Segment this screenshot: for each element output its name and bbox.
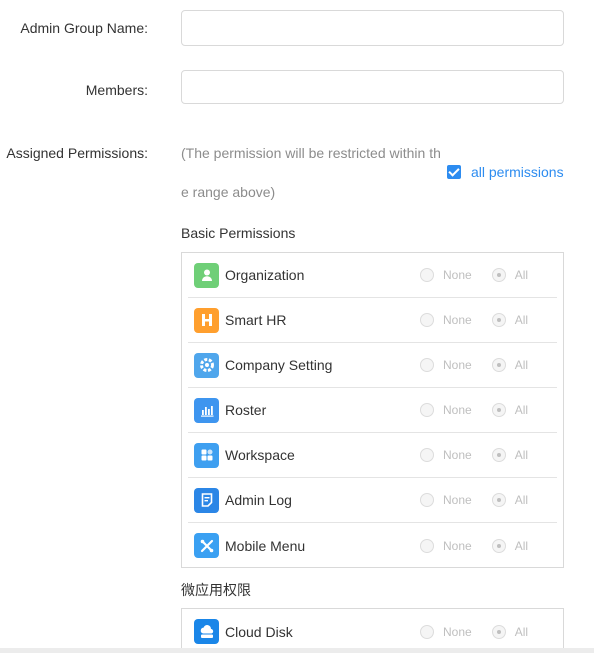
permission-row-smart-hr: Smart HR None All [188,298,557,343]
permission-row-organization: Organization None All [188,253,557,298]
smart-hr-icon [194,307,219,333]
basic-permissions-title: Basic Permissions [181,225,296,241]
horizontal-scrollbar[interactable] [0,648,594,653]
mobile-menu-icon [194,533,219,558]
permission-name: Roster [225,402,267,418]
permission-note-line1: (The permission will be restricted withi… [181,145,441,161]
all-radio-label[interactable]: All [515,493,528,507]
none-radio[interactable] [420,538,434,553]
all-radio[interactable] [491,538,506,553]
members-input[interactable] [181,70,564,104]
permission-name: Mobile Menu [225,537,306,554]
workspace-icon [194,442,219,468]
roster-icon [194,397,219,423]
all-radio-label[interactable]: All [515,313,528,327]
assigned-permissions-label: Assigned Permissions: [6,145,148,161]
none-radio[interactable] [420,268,434,282]
admin-group-name-input[interactable] [181,10,564,46]
all-radio[interactable] [491,268,506,282]
none-radio[interactable] [420,624,434,639]
basic-permissions-list: Organization None All Smart HR None All … [181,252,564,568]
all-radio-label[interactable]: All [515,625,528,639]
permission-name: Organization [225,267,305,283]
none-radio-label[interactable]: None [443,493,472,507]
all-radio-label[interactable]: All [515,448,528,462]
permission-row-mobile-menu: Mobile Menu None All [188,523,557,568]
micro-app-permissions-title: 微应用权限 [181,582,251,598]
none-radio-label[interactable]: None [443,268,472,282]
all-radio[interactable] [491,358,506,372]
none-radio-label[interactable]: None [443,539,472,553]
permission-row-roster: Roster None All [188,388,557,433]
permission-name: Smart HR [225,312,287,328]
none-radio-label[interactable]: None [443,313,472,327]
none-radio-label[interactable]: None [443,625,472,639]
permission-row-cloud-disk: Cloud Disk None All [188,609,557,653]
company-setting-icon [194,352,219,378]
permission-row-company-setting: Company Setting None All [188,343,557,388]
all-radio-label[interactable]: All [515,358,528,372]
none-radio-label[interactable]: None [443,403,472,417]
none-radio[interactable] [420,403,434,417]
all-radio-label[interactable]: All [515,539,528,553]
admin-log-icon [194,487,219,513]
cloud-disk-icon [194,619,219,644]
none-radio-label[interactable]: None [443,448,472,462]
permission-row-admin-log: Admin Log None All [188,478,557,523]
permission-name: Cloud Disk [225,623,293,640]
permission-name: Workspace [225,447,295,463]
organization-icon [194,262,219,288]
all-radio[interactable] [491,624,506,639]
none-radio[interactable] [420,493,434,507]
permission-name: Company Setting [225,357,333,373]
permission-note-line2: e range above) [181,184,276,200]
all-radio-label[interactable]: All [515,268,528,282]
all-permissions-toggle[interactable]: all permissions [447,164,564,180]
members-label: Members: [85,82,148,98]
admin-group-name-label: Admin Group Name: [20,20,148,36]
permission-name: Admin Log [225,492,292,508]
all-radio[interactable] [491,403,506,417]
none-radio-label[interactable]: None [443,358,472,372]
none-radio[interactable] [420,358,434,372]
permission-row-workspace: Workspace None All [188,433,557,478]
all-permissions-checkbox[interactable] [447,165,461,179]
all-radio[interactable] [491,313,506,327]
micro-app-permissions-list: Cloud Disk None All [181,608,564,653]
none-radio[interactable] [420,448,434,462]
none-radio[interactable] [420,313,434,327]
all-radio[interactable] [491,448,506,462]
all-radio-label[interactable]: All [515,403,528,417]
all-radio[interactable] [491,493,506,507]
all-permissions-label[interactable]: all permissions [471,164,564,180]
